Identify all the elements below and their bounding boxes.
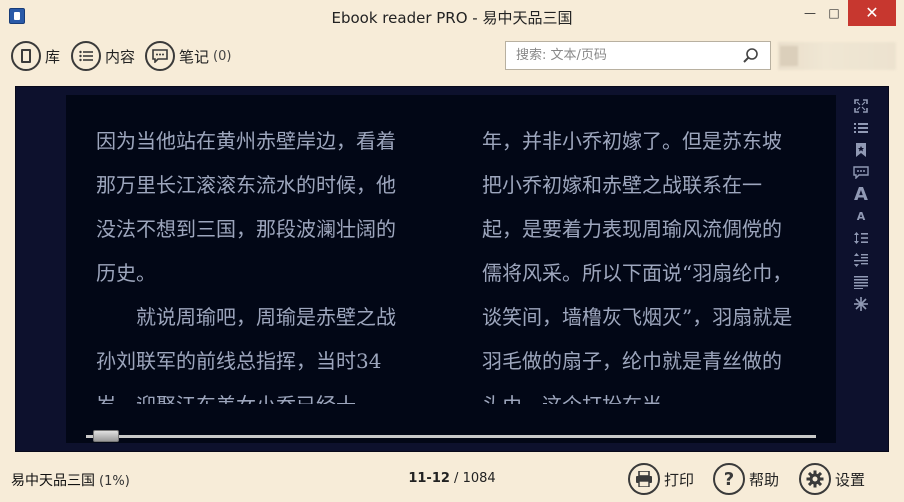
current-page: 11-12 — [408, 471, 450, 486]
status-bar: 易中天品三国 (1%) 11-12 / 1084 打印 ? 帮助 设置 — [0, 456, 904, 502]
page-separator: / — [449, 471, 463, 486]
book-page[interactable]: 因为当他站在黄州赤壁岸边，看着那万里长江滚滚东流水的时候，他没法不想到三国，那段… — [66, 95, 836, 443]
notes-label: 笔记 — [179, 47, 210, 66]
left-column: 因为当他站在黄州赤壁岸边，看着那万里长江滚滚东流水的时候，他没法不想到三国，那段… — [96, 119, 408, 404]
progress-slider[interactable] — [86, 430, 816, 442]
notes-button[interactable]: 笔记 (0) — [145, 40, 231, 72]
bookmark-icon[interactable] — [850, 139, 872, 161]
line-spacing-icon[interactable] — [850, 227, 872, 249]
contents-button[interactable]: 内容 — [71, 40, 135, 72]
settings-label: 设置 — [835, 470, 866, 489]
print-button[interactable]: 打印 — [628, 463, 694, 495]
font-larger-icon[interactable]: A — [850, 183, 872, 205]
user-avatar — [778, 42, 896, 70]
right-column: 年，并非小乔初嫁了。但是苏东坡把小乔初嫁和赤壁之战联系在一起，是要着力表现周瑜风… — [482, 119, 794, 404]
notes-count: (0) — [213, 48, 232, 64]
gear-icon — [799, 463, 831, 495]
comment-icon[interactable] — [850, 161, 872, 183]
help-button[interactable]: ? 帮助 — [713, 463, 779, 495]
font-smaller-icon[interactable]: A — [850, 205, 872, 227]
search-input[interactable] — [506, 42, 726, 69]
list-icon — [71, 41, 101, 71]
search-box — [505, 41, 771, 70]
total-pages: 1084 — [462, 471, 496, 486]
settings-button[interactable]: 设置 — [799, 463, 865, 495]
print-label: 打印 — [664, 470, 695, 489]
right-column-text: 年，并非小乔初嫁了。但是苏东坡把小乔初嫁和赤壁之战联系在一起，是要着力表现周瑜风… — [482, 129, 793, 404]
printer-icon — [628, 463, 660, 495]
toc-icon[interactable] — [850, 117, 872, 139]
comment-icon — [145, 41, 175, 71]
library-label: 库 — [45, 47, 61, 66]
title-bar: Ebook reader PRO - 易中天品三国 — □ ✕ — [0, 0, 904, 32]
help-label: 帮助 — [749, 470, 780, 489]
fullscreen-icon[interactable] — [850, 95, 872, 117]
progress-handle[interactable] — [93, 430, 120, 442]
help-icon: ? — [713, 463, 745, 495]
contents-label: 内容 — [105, 47, 136, 66]
paragraph-spacing-icon[interactable] — [850, 249, 872, 271]
maximize-button[interactable]: □ — [820, 0, 848, 26]
book-icon — [11, 41, 41, 71]
library-button[interactable]: 库 — [11, 40, 60, 72]
left-column-text: 因为当他站在黄州赤壁岸边，看着那万里长江滚滚东流水的时候，他没法不想到三国，那段… — [96, 129, 396, 404]
side-toolbar: A A — [850, 95, 872, 315]
brightness-icon[interactable] — [850, 293, 872, 315]
justify-icon[interactable] — [850, 271, 872, 293]
reader-area: 因为当他站在黄州赤壁岸边，看着那万里长江滚滚东流水的时候，他没法不想到三国，那段… — [15, 86, 889, 452]
search-icon[interactable] — [742, 47, 760, 69]
window-title: Ebook reader PRO - 易中天品三国 — [331, 9, 573, 27]
close-button[interactable]: ✕ — [848, 0, 896, 26]
